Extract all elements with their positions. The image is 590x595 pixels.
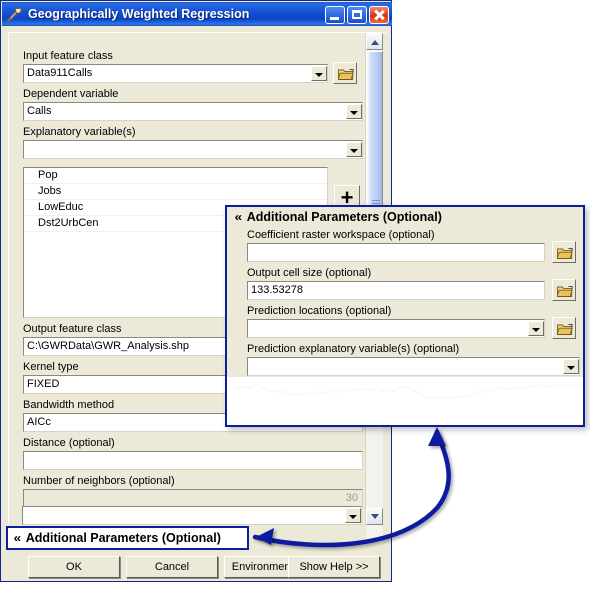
additional-parameters-panel-title-label: Additional Parameters (Optional)	[246, 210, 442, 224]
distance-field[interactable]	[23, 451, 363, 470]
label-explanatory-variables: Explanatory variable(s)	[23, 126, 136, 138]
coefficient-raster-workspace-field[interactable]	[247, 243, 545, 262]
chevron-up-icon: «	[234, 210, 243, 224]
label-number-of-neighbors: Number of neighbors (optional)	[23, 475, 175, 487]
window-title: Geographically Weighted Regression	[28, 7, 250, 21]
dependent-variable-dropdown-icon[interactable]	[346, 104, 362, 119]
additional-parameters-toggle-button[interactable]: « Additional Parameters (Optional)	[6, 526, 249, 550]
label-prediction-locations: Prediction locations (optional)	[247, 305, 392, 317]
label-dependent-variable: Dependent variable	[23, 88, 119, 100]
label-prediction-explanatory-variables: Prediction explanatory variable(s) (opti…	[247, 343, 460, 355]
output-cell-size-field[interactable]: 133.53278	[247, 281, 545, 300]
explanatory-variables-field[interactable]	[23, 140, 363, 159]
maximize-button[interactable]	[347, 5, 367, 24]
prediction-locations-field[interactable]	[247, 319, 545, 338]
weights-field[interactable]	[22, 506, 362, 525]
prediction-explanatory-variables-dropdown-icon[interactable]	[563, 359, 579, 374]
weights-dropdown-icon[interactable]	[345, 508, 361, 523]
folder-open-icon	[557, 324, 573, 335]
dialog-button-row: OK Cancel Environments... Show Help >>	[2, 554, 392, 582]
input-feature-class-field[interactable]: Data911Calls	[23, 64, 328, 83]
label-distance: Distance (optional)	[23, 437, 115, 449]
label-coefficient-raster-workspace: Coefficient raster workspace (optional)	[247, 229, 435, 241]
title-bar: Geographically Weighted Regression	[2, 2, 392, 26]
scroll-down-arrow-icon[interactable]	[366, 508, 383, 525]
dependent-variable-field[interactable]: Calls	[23, 102, 363, 121]
output-cell-size-browse-button[interactable]	[552, 279, 576, 301]
label-output-feature-class: Output feature class	[23, 323, 122, 335]
label-input-feature-class: Input feature class	[23, 50, 113, 62]
hammer-tool-icon	[6, 5, 24, 23]
label-bandwidth-method: Bandwidth method	[23, 399, 115, 411]
scroll-up-arrow-icon[interactable]	[366, 33, 383, 50]
torn-paper-edge	[227, 377, 583, 425]
label-output-cell-size: Output cell size (optional)	[247, 267, 372, 279]
additional-parameters-toggle-label: Additional Parameters (Optional)	[25, 531, 221, 545]
folder-open-icon	[557, 248, 573, 259]
folder-open-icon	[557, 286, 573, 297]
input-feature-class-dropdown-icon[interactable]	[311, 66, 327, 81]
close-button[interactable]	[369, 5, 389, 24]
coefficient-raster-workspace-browse-button[interactable]	[552, 241, 576, 263]
folder-open-icon	[338, 69, 354, 80]
list-item[interactable]: Jobs	[24, 184, 327, 200]
prediction-explanatory-variables-field[interactable]	[247, 357, 580, 376]
prediction-locations-browse-button[interactable]	[552, 317, 576, 339]
explanatory-variables-dropdown-icon[interactable]	[346, 142, 362, 157]
prediction-locations-dropdown-icon[interactable]	[528, 321, 544, 336]
show-help-button[interactable]: Show Help >>	[288, 556, 380, 578]
label-kernel-type: Kernel type	[23, 361, 79, 373]
input-feature-class-browse-button[interactable]	[333, 62, 357, 84]
list-item[interactable]: Pop	[24, 168, 327, 184]
minimize-button[interactable]	[325, 5, 345, 24]
additional-parameters-panel: « Additional Parameters (Optional) Coeff…	[225, 205, 585, 427]
ok-button[interactable]: OK	[28, 556, 120, 578]
cancel-button[interactable]: Cancel	[126, 556, 218, 578]
additional-parameters-panel-title: « Additional Parameters (Optional)	[229, 207, 583, 227]
chevron-up-icon: «	[13, 531, 22, 545]
scrollbar-thumb[interactable]	[366, 51, 383, 211]
